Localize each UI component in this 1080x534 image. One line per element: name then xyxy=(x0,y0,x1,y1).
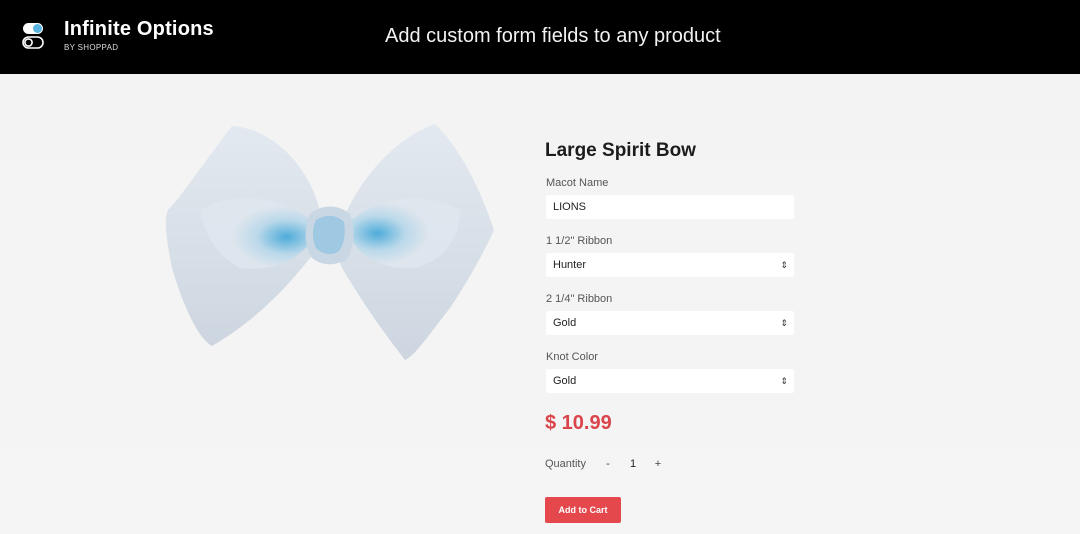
ribbon-2-value: Gold xyxy=(553,317,577,329)
product-title: Large Spirit Bow xyxy=(545,140,696,161)
brand-byline: BY SHOPPAD xyxy=(64,43,119,52)
quantity-increment-button[interactable]: + xyxy=(650,456,666,472)
select-chevron-icon: ⇕ xyxy=(780,260,788,270)
brand-name: Infinite Options xyxy=(64,18,214,40)
select-chevron-icon: ⇕ xyxy=(780,318,788,328)
knot-color-value: Gold xyxy=(553,375,577,387)
quantity-label: Quantity xyxy=(545,458,586,470)
product-price: $ 10.99 xyxy=(545,412,612,434)
quantity-input[interactable]: 1 xyxy=(626,456,640,472)
select-chevron-icon: ⇕ xyxy=(780,376,788,386)
mascot-name-value: LIONS xyxy=(553,201,587,213)
ribbon-1-select[interactable]: Hunter ⇕ xyxy=(546,253,794,277)
quantity-decrement-button[interactable]: - xyxy=(600,456,616,472)
ribbon-2-label: 2 1/4" Ribbon xyxy=(546,293,613,305)
ribbon-2-select[interactable]: Gold ⇕ xyxy=(546,311,794,335)
tagline: Add custom form fields to any product xyxy=(385,25,721,47)
knot-color-select[interactable]: Gold ⇕ xyxy=(546,369,794,393)
ribbon-1-value: Hunter xyxy=(553,259,587,271)
knot-color-label: Knot Color xyxy=(546,351,598,363)
mascot-name-label: Macot Name xyxy=(546,177,609,189)
add-to-cart-button[interactable]: Add to Cart xyxy=(545,497,621,523)
toggle-switch-icon xyxy=(22,23,44,49)
top-banner: Infinite Options BY SHOPPAD Add custom f… xyxy=(0,0,1080,74)
hair-bow-image xyxy=(165,124,494,360)
ribbon-1-label: 1 1/2" Ribbon xyxy=(546,235,613,247)
mascot-name-input[interactable]: LIONS xyxy=(546,195,794,219)
